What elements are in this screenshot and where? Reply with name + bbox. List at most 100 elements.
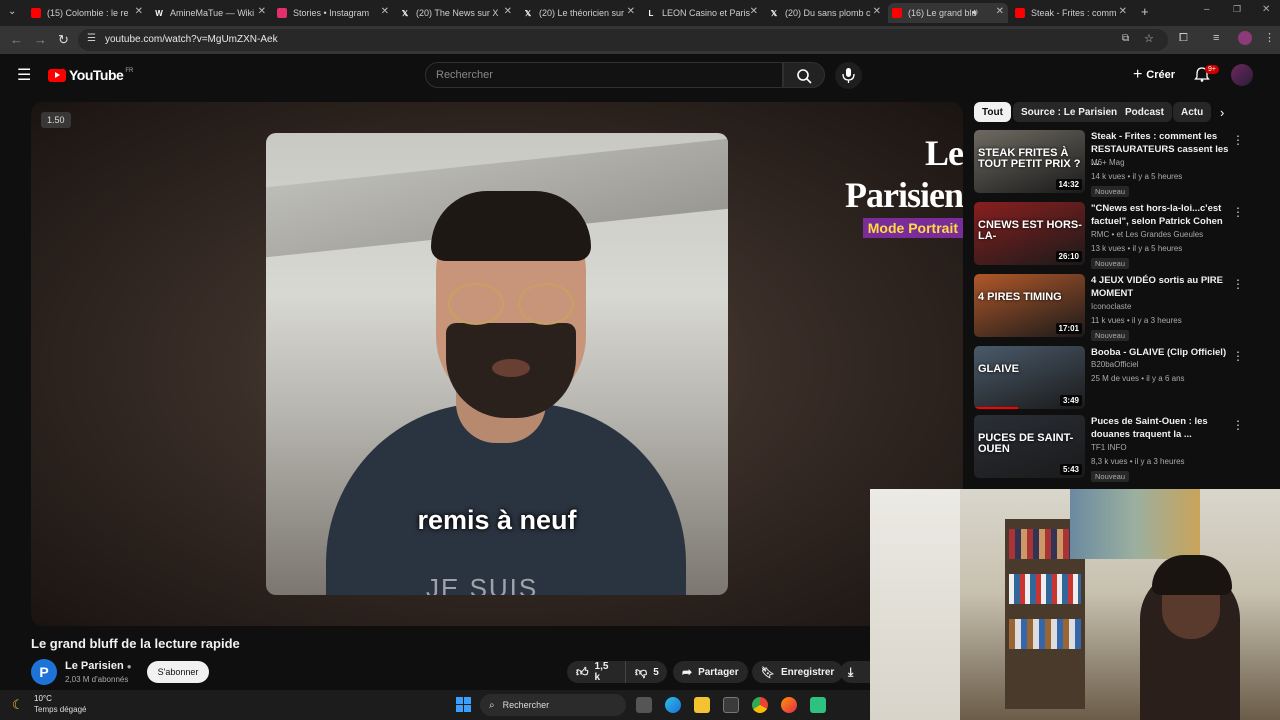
save-button[interactable]: 🔖︎ Enregistrer xyxy=(752,661,844,683)
recommended-video[interactable]: GLAIVE 3:49 Booba - GLAIVE (Clip Officiel)… xyxy=(974,346,1250,412)
channel-avatar[interactable]: P xyxy=(31,659,57,685)
recommended-channel-name[interactable]: Iconoclaste xyxy=(1091,302,1131,311)
video-thumbnail[interactable]: PUCES DE SAINT-OUEN 5:43 xyxy=(974,415,1085,478)
recommended-video[interactable]: 4 PIRES TIMING 17:01 4 JEUX VIDÉO sortis a… xyxy=(974,274,1250,341)
video-thumbnail[interactable]: 4 PIRES TIMING 17:01 xyxy=(974,274,1085,337)
forward-icon[interactable]: → xyxy=(34,32,47,47)
channel-name[interactable]: Le Parisien ● xyxy=(65,660,132,672)
firefox-browser-icon[interactable] xyxy=(781,697,797,713)
more-options-icon[interactable]: ⋮ xyxy=(1232,205,1244,219)
close-tab-icon[interactable]: ✕ xyxy=(627,6,635,17)
browser-tab[interactable]: (16) Le grand blu ✕ 🔊︎ xyxy=(888,3,1008,23)
browser-tab[interactable]: 𝕏 (20) Du sans plomb c ✕ xyxy=(765,3,885,23)
thumbnail-text: 4 PIRES TIMING xyxy=(978,291,1062,303)
taskbar-search[interactable]: ⌕ Rechercher xyxy=(480,694,626,716)
recommended-video-title[interactable]: Puces de Saint-Ouen : les douanes traque… xyxy=(1091,415,1229,441)
mode-portrait-badge: Mode Portrait xyxy=(862,218,963,238)
chips-next-chevron-icon[interactable]: › xyxy=(1220,105,1224,120)
close-tab-icon[interactable]: ✕ xyxy=(258,6,266,17)
video-title: Le grand bluff de la lecture rapide xyxy=(31,636,240,651)
search-input[interactable]: Rechercher xyxy=(425,62,783,88)
edge-browser-icon[interactable] xyxy=(665,697,681,713)
recommended-video-meta: 13 k vues • il y a 5 heures xyxy=(1091,244,1183,253)
voice-search-button[interactable] xyxy=(835,62,862,89)
file-explorer-icon[interactable] xyxy=(694,697,710,713)
video-player[interactable]: 1.50 JE SUIS remis à neuf Le Parisien Mo… xyxy=(31,102,963,626)
reload-icon[interactable]: ↻ xyxy=(58,32,69,48)
new-tab-icon[interactable]: + xyxy=(1141,4,1149,19)
tab-audio-icon[interactable]: 🔊︎ xyxy=(972,7,978,18)
more-options-icon[interactable]: ⋮ xyxy=(1232,349,1244,363)
youtube-icon xyxy=(892,8,902,18)
more-options-icon[interactable]: ⋮ xyxy=(1232,277,1244,291)
browser-tab[interactable]: Steak - Frites : comm ✕ xyxy=(1011,3,1131,23)
recommended-video[interactable]: PUCES DE SAINT-OUEN 5:43 Puces de Saint-Ou… xyxy=(974,415,1250,482)
share-button[interactable]: ➦ Partager xyxy=(673,661,748,683)
youtube-logo[interactable]: YouTube FR xyxy=(48,67,133,83)
recommended-video[interactable]: CNEWS EST HORS-LA- 26:10 "CNews est hors-l… xyxy=(974,202,1250,269)
close-tab-icon[interactable]: ✕ xyxy=(873,6,881,17)
extensions-icon[interactable]: ⧠ xyxy=(1179,32,1188,45)
back-icon[interactable]: ← xyxy=(10,32,23,47)
subscribe-button[interactable]: S'abonner xyxy=(147,661,209,683)
dislike-button[interactable]: 👎︎ 5 xyxy=(625,661,667,683)
browser-tab[interactable]: 𝕏 (20) Le théoricien sur ✕ xyxy=(519,3,639,23)
like-button[interactable]: 👍︎ 1,5 k xyxy=(567,661,625,683)
restore-icon[interactable]: ❐ xyxy=(1233,4,1241,15)
close-tab-icon[interactable]: ✕ xyxy=(996,6,1004,17)
browser-tab[interactable]: L LEON Casino et Paris ✕ xyxy=(642,3,762,23)
hamburger-menu-icon[interactable]: ☰ xyxy=(17,65,31,85)
browser-tab[interactable]: Stories • Instagram ✕ xyxy=(273,3,393,23)
close-window-icon[interactable]: ✕ xyxy=(1262,4,1270,15)
chip-all[interactable]: Tout xyxy=(974,102,1011,122)
search-button[interactable] xyxy=(783,62,825,88)
close-tab-icon[interactable]: ✕ xyxy=(1119,6,1127,17)
install-app-icon[interactable]: ⧉ xyxy=(1122,33,1129,44)
leon-icon: L xyxy=(648,8,654,18)
recommended-video-title[interactable]: 4 JEUX VIDÉO sortis au PIRE MOMENT xyxy=(1091,274,1229,300)
more-options-icon[interactable]: ⋮ xyxy=(1232,418,1244,432)
verified-badge-icon: ● xyxy=(126,662,132,671)
store-icon[interactable] xyxy=(723,697,739,713)
recommended-channel-name[interactable]: RMC • et Les Grandes Gueules xyxy=(1091,230,1203,239)
video-thumbnail[interactable]: GLAIVE 3:49 xyxy=(974,346,1085,409)
close-tab-icon[interactable]: ✕ xyxy=(504,6,512,17)
tab-search-icon[interactable]: ⌄ xyxy=(8,6,16,17)
video-duration: 17:01 xyxy=(1055,323,1082,334)
media-control-icon[interactable]: ≡ xyxy=(1213,32,1219,44)
create-button[interactable]: + Créer xyxy=(1126,64,1182,86)
close-tab-icon[interactable]: ✕ xyxy=(381,6,389,17)
task-view-icon[interactable] xyxy=(636,697,652,713)
browser-tab[interactable]: (15) Colombie : le re ✕ xyxy=(27,3,147,23)
minimize-icon[interactable]: – xyxy=(1204,4,1210,15)
recommended-video-title[interactable]: Booba - GLAIVE (Clip Officiel) xyxy=(1091,346,1229,359)
more-options-icon[interactable]: ⋮ xyxy=(1232,133,1244,147)
profile-avatar[interactable] xyxy=(1238,31,1252,45)
account-avatar[interactable] xyxy=(1231,64,1253,86)
video-thumbnail[interactable]: CNEWS EST HORS-LA- 26:10 xyxy=(974,202,1085,265)
webcam-posters xyxy=(1070,489,1200,559)
close-tab-icon[interactable]: ✕ xyxy=(750,6,758,17)
video-thumbnail[interactable]: STEAK FRITES À TOUT PETIT PRIX ? 14:32 xyxy=(974,130,1085,193)
download-button[interactable]: ⤓ xyxy=(840,661,870,683)
browser-tab[interactable]: 𝕏 (20) The News sur X ✕ xyxy=(396,3,516,23)
chrome-browser-icon[interactable] xyxy=(752,697,768,713)
windows-start-icon[interactable] xyxy=(456,697,472,713)
glasses-left-icon xyxy=(448,283,504,325)
chip-podcast[interactable]: Podcast xyxy=(1117,102,1172,122)
recommended-channel-name[interactable]: TF1 INFO xyxy=(1091,443,1127,452)
chip-source-le-parisien[interactable]: Source : Le Parisien xyxy=(1013,102,1126,122)
browser-toolbar: ← → ↻ ☰ youtube.com/watch?v=MgUmZXN-Aek … xyxy=(0,26,1280,54)
recommended-video[interactable]: STEAK FRITES À TOUT PETIT PRIX ? 14:32 Ste… xyxy=(974,130,1250,197)
recommended-channel-name[interactable]: B20baOfficiel xyxy=(1091,360,1138,369)
bookmark-star-icon[interactable]: ☆ xyxy=(1144,32,1154,45)
close-tab-icon[interactable]: ✕ xyxy=(135,6,143,17)
address-bar[interactable]: ☰ youtube.com/watch?v=MgUmZXN-Aek ⧉ ☆ xyxy=(78,29,1168,51)
recommended-channel-name[interactable]: M6+ Mag xyxy=(1091,158,1125,167)
chip-actu[interactable]: Actu xyxy=(1173,102,1211,122)
browser-tab[interactable]: W AmineMaTue — Wiki ✕ xyxy=(150,3,270,23)
site-info-icon[interactable]: ☰ xyxy=(87,33,96,44)
recommended-video-title[interactable]: "CNews est hors-la-loi...c'est factuel",… xyxy=(1091,202,1229,228)
app-icon[interactable] xyxy=(810,697,826,713)
browser-menu-icon[interactable]: ⋮ xyxy=(1264,31,1275,44)
